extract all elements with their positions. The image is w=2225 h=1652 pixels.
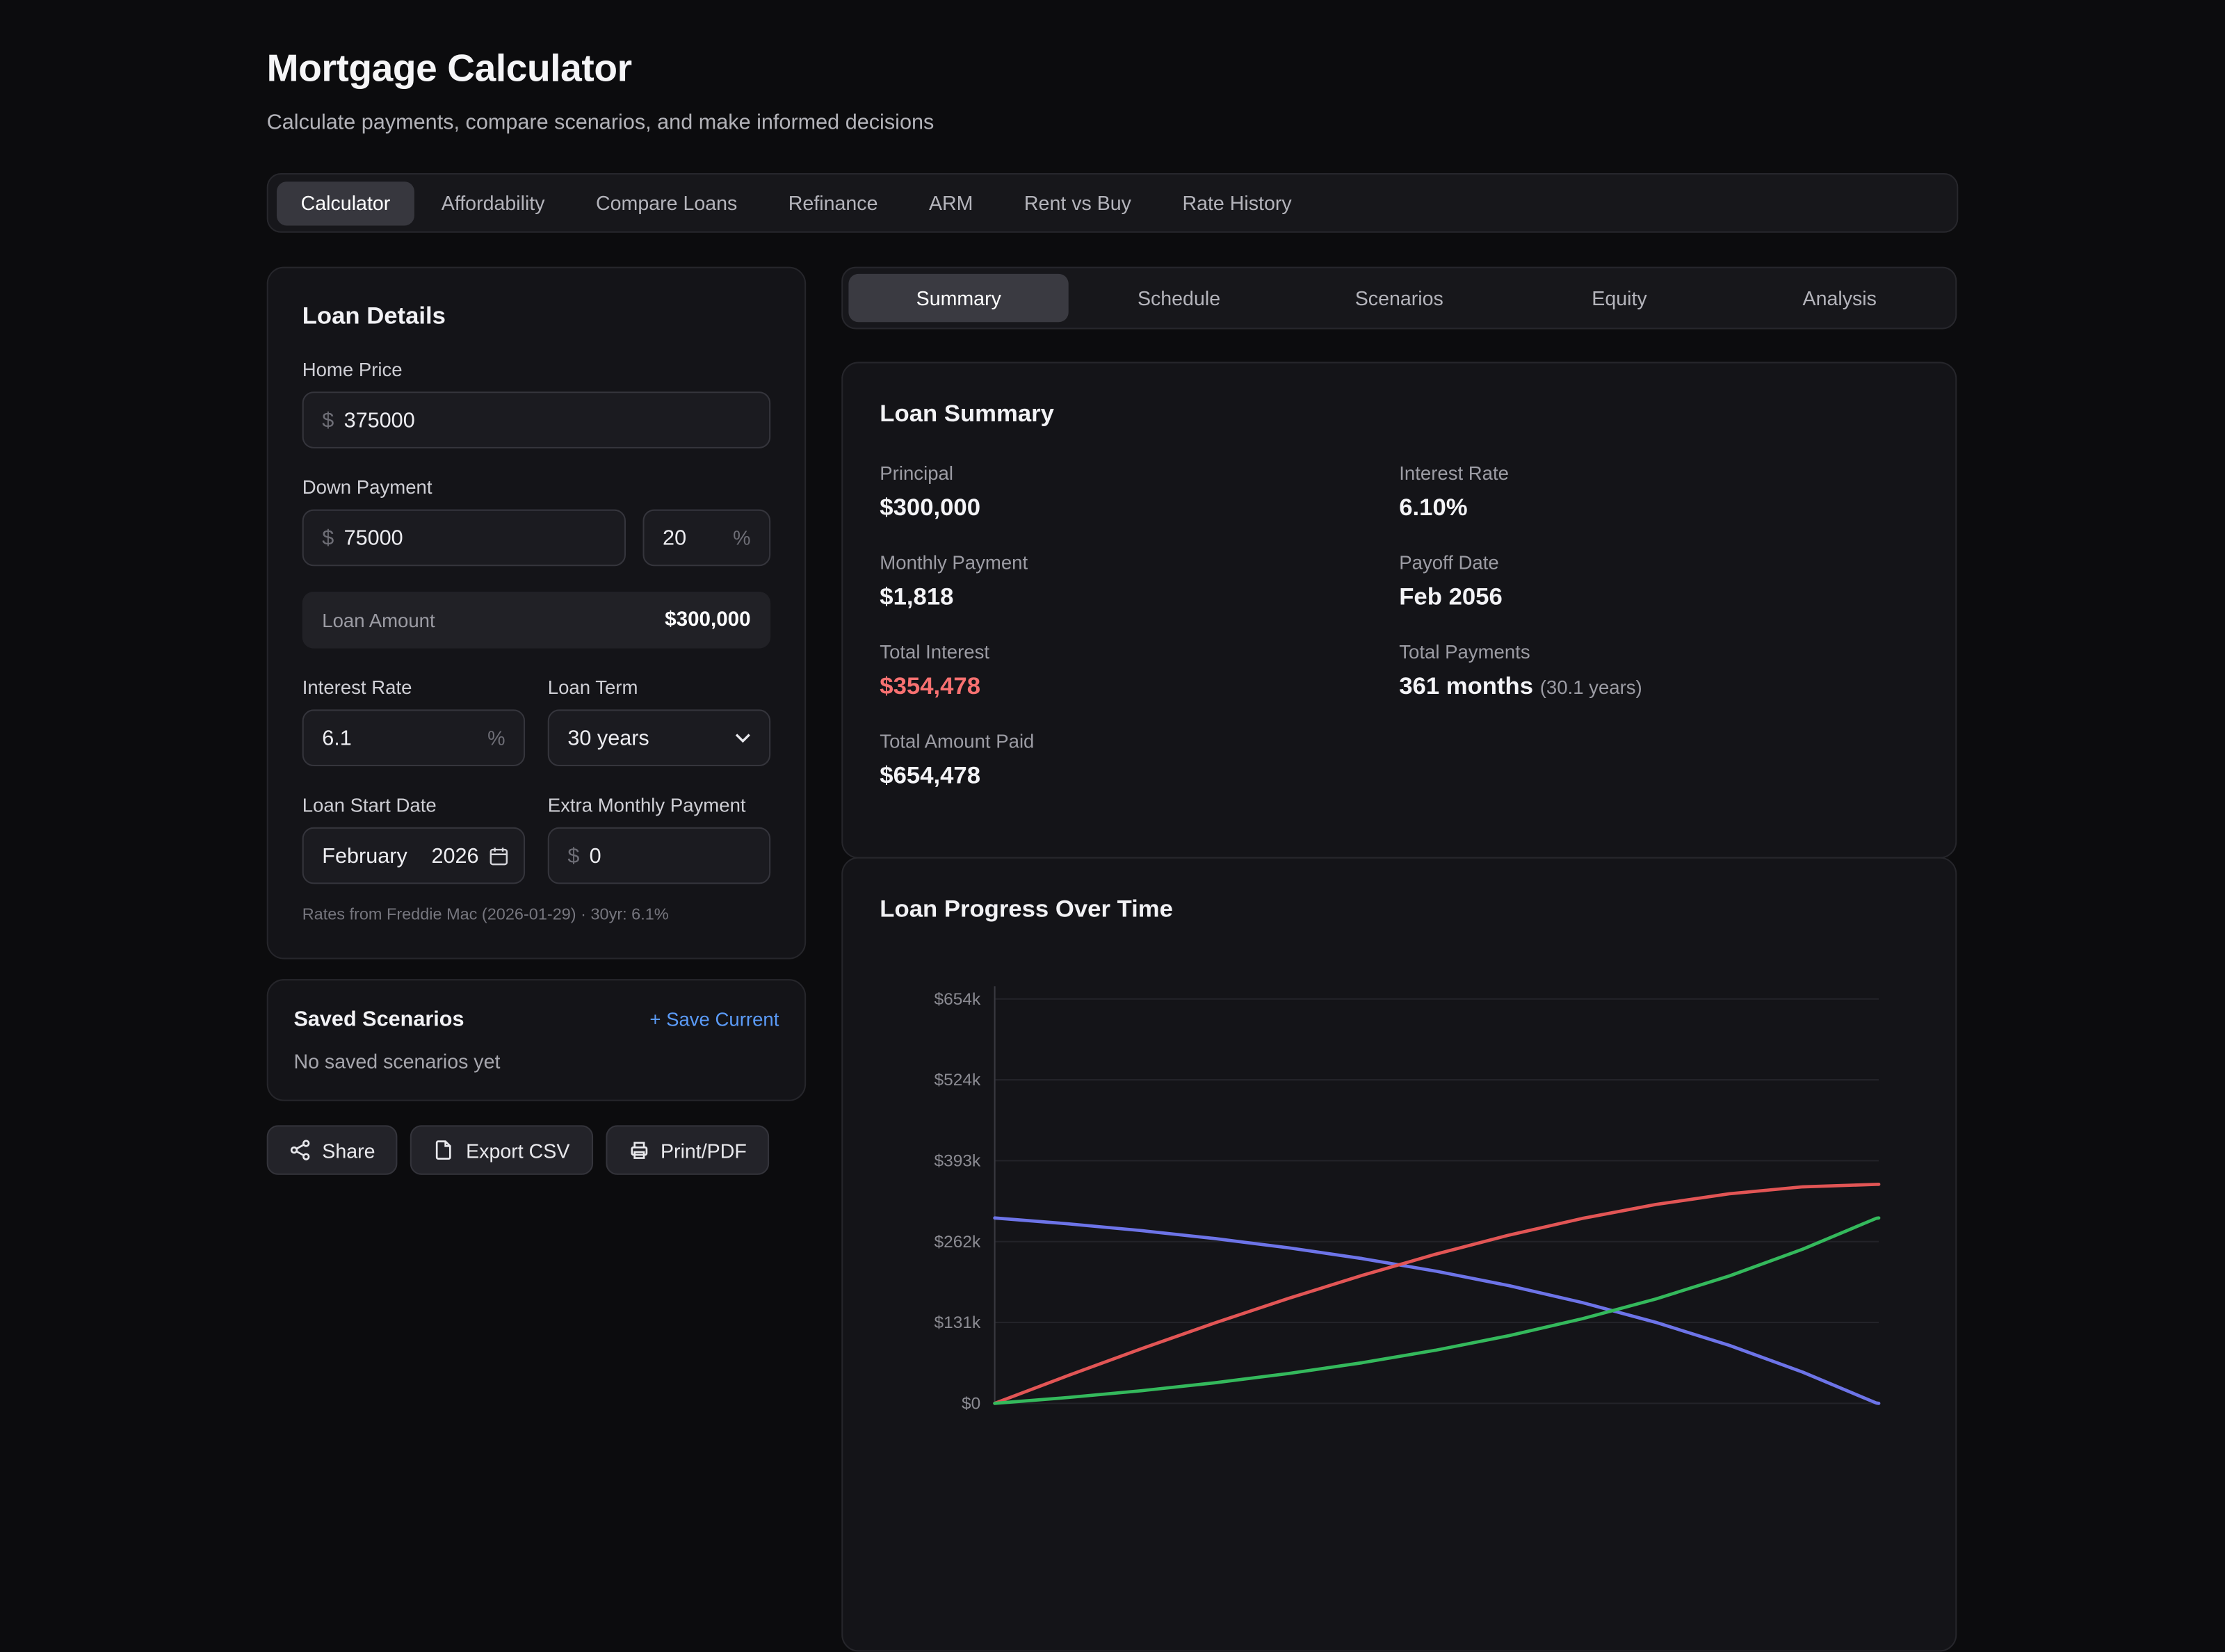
percent-suffix: %	[733, 526, 750, 549]
extra-payment-input[interactable]	[590, 843, 751, 868]
down-payment-field: $	[302, 510, 626, 567]
stat-total-interest: Total Interest $354,478	[880, 641, 1399, 701]
rates-source-note: Rates from Freddie Mac (2026-01-29) · 30…	[302, 907, 770, 923]
loan-start-date-label: Loan Start Date	[302, 795, 525, 816]
saved-scenarios-empty-text: No saved scenarios yet	[293, 1050, 779, 1073]
stat-total-amount-paid: Total Amount Paid $654,478	[880, 731, 1399, 791]
stat-interest-rate: Interest Rate 6.10%	[1399, 462, 1918, 522]
print-pdf-button[interactable]: Print/PDF	[605, 1125, 769, 1174]
stat-principal: Principal $300,000	[880, 462, 1399, 522]
loan-summary-stats: Principal $300,000 Interest Rate 6.10% M…	[880, 462, 1918, 820]
svg-text:$654k: $654k	[934, 990, 981, 1009]
nav-tab-rate-history[interactable]: Rate History	[1158, 181, 1316, 225]
loan-summary-card: Loan Summary Principal $300,000 Interest…	[841, 362, 1957, 858]
nav-tab-rent-vs-buy[interactable]: Rent vs Buy	[1000, 181, 1155, 225]
svg-text:$0: $0	[962, 1395, 980, 1414]
printer-icon	[628, 1140, 649, 1161]
mortgage-calculator-app: Mortgage Calculator Calculate payments, …	[0, 0, 2225, 1252]
print-pdf-button-label: Print/PDF	[661, 1139, 747, 1162]
svg-text:$131k: $131k	[934, 1313, 981, 1332]
loan-term-select[interactable]: 30 years	[548, 709, 770, 766]
interest-rate-field: %	[302, 709, 525, 766]
extra-payment-field: $	[548, 827, 770, 884]
export-csv-button-label: Export CSV	[466, 1139, 569, 1162]
loan-term-label: Loan Term	[548, 677, 770, 698]
page-subtitle: Calculate payments, compare scenarios, a…	[267, 111, 934, 135]
main-nav: Calculator Affordability Compare Loans R…	[267, 173, 1959, 233]
home-price-field: $	[302, 391, 770, 448]
start-month-value: February	[322, 843, 407, 868]
loan-amount-label: Loan Amount	[322, 610, 435, 631]
tab-analysis[interactable]: Analysis	[1729, 274, 1950, 322]
saved-scenarios-title: Saved Scenarios	[293, 1007, 464, 1032]
stat-total-payments: Total Payments 361 months (30.1 years)	[1399, 641, 1918, 701]
interest-rate-label: Interest Rate	[302, 677, 525, 698]
down-payment-input[interactable]	[344, 526, 606, 550]
tab-scenarios[interactable]: Scenarios	[1289, 274, 1510, 322]
loan-start-date-input[interactable]: February 2026	[302, 827, 525, 884]
nav-tab-compare-loans[interactable]: Compare Loans	[572, 181, 761, 225]
start-year-value: 2026	[431, 843, 478, 868]
share-button-label: Share	[322, 1139, 375, 1162]
loan-term-value: 30 years	[567, 726, 649, 750]
action-buttons: Share Export CSV Print/PDF	[267, 1125, 770, 1174]
export-csv-button[interactable]: Export CSV	[411, 1125, 593, 1174]
results-tabs: Summary Schedule Scenarios Equity Analys…	[841, 267, 1957, 330]
nav-tab-affordability[interactable]: Affordability	[417, 181, 569, 225]
save-current-link[interactable]: + Save Current	[649, 1009, 779, 1030]
down-payment-row: $ %	[302, 510, 770, 567]
tab-summary[interactable]: Summary	[848, 274, 1069, 322]
loan-summary-title: Loan Summary	[880, 400, 1918, 429]
loan-progress-chart-wrap: $0 $131k $262k $393k $524k $654k	[880, 958, 1918, 1505]
svg-text:$262k: $262k	[934, 1233, 981, 1252]
home-price-label: Home Price	[302, 359, 770, 380]
loan-amount-value: $300,000	[665, 609, 750, 632]
loan-details-title: Loan Details	[302, 302, 770, 331]
file-icon	[433, 1140, 455, 1161]
rate-term-row: Interest Rate % Loan Term 30 years	[302, 649, 770, 766]
tab-schedule[interactable]: Schedule	[1069, 274, 1289, 322]
svg-text:$524k: $524k	[934, 1071, 981, 1090]
nav-tab-arm[interactable]: ARM	[905, 181, 997, 225]
loan-progress-card: Loan Progress Over Time $0 $131k $262k $393…	[841, 857, 1957, 1652]
loan-details-card: Loan Details Home Price $ Down Payment $…	[267, 267, 807, 959]
down-payment-percent-input[interactable]	[663, 526, 723, 550]
tab-equity[interactable]: Equity	[1510, 274, 1730, 322]
stat-payoff-date: Payoff Date Feb 2056	[1399, 552, 1918, 612]
dollar-prefix: $	[322, 526, 334, 550]
down-payment-label: Down Payment	[302, 477, 770, 499]
home-price-input[interactable]	[344, 408, 751, 432]
stat-monthly-payment: Monthly Payment $1,818	[880, 552, 1399, 612]
page-title: Mortgage Calculator	[267, 47, 632, 90]
nav-tab-refinance[interactable]: Refinance	[764, 181, 902, 225]
share-icon	[289, 1140, 311, 1161]
chevron-down-icon	[735, 732, 750, 743]
total-payments-note: (30.1 years)	[1540, 677, 1642, 698]
nav-tab-calculator[interactable]: Calculator	[277, 181, 414, 225]
dollar-prefix: $	[322, 408, 334, 432]
share-button[interactable]: Share	[267, 1125, 398, 1174]
dollar-prefix: $	[567, 843, 579, 868]
calendar-icon	[489, 845, 510, 866]
saved-scenarios-card: Saved Scenarios + Save Current No saved …	[267, 979, 807, 1101]
date-extra-row: Loan Start Date February 2026 Extra Mont…	[302, 766, 770, 884]
percent-suffix: %	[487, 727, 505, 750]
svg-text:$393k: $393k	[934, 1152, 981, 1171]
loan-progress-chart: $0 $131k $262k $393k $524k $654k	[880, 958, 1921, 1498]
down-payment-percent-field: %	[642, 510, 770, 567]
extra-payment-label: Extra Monthly Payment	[548, 795, 770, 816]
loan-progress-title: Loan Progress Over Time	[880, 896, 1918, 924]
interest-rate-input[interactable]	[322, 726, 478, 750]
loan-amount-row: Loan Amount $300,000	[302, 592, 770, 649]
